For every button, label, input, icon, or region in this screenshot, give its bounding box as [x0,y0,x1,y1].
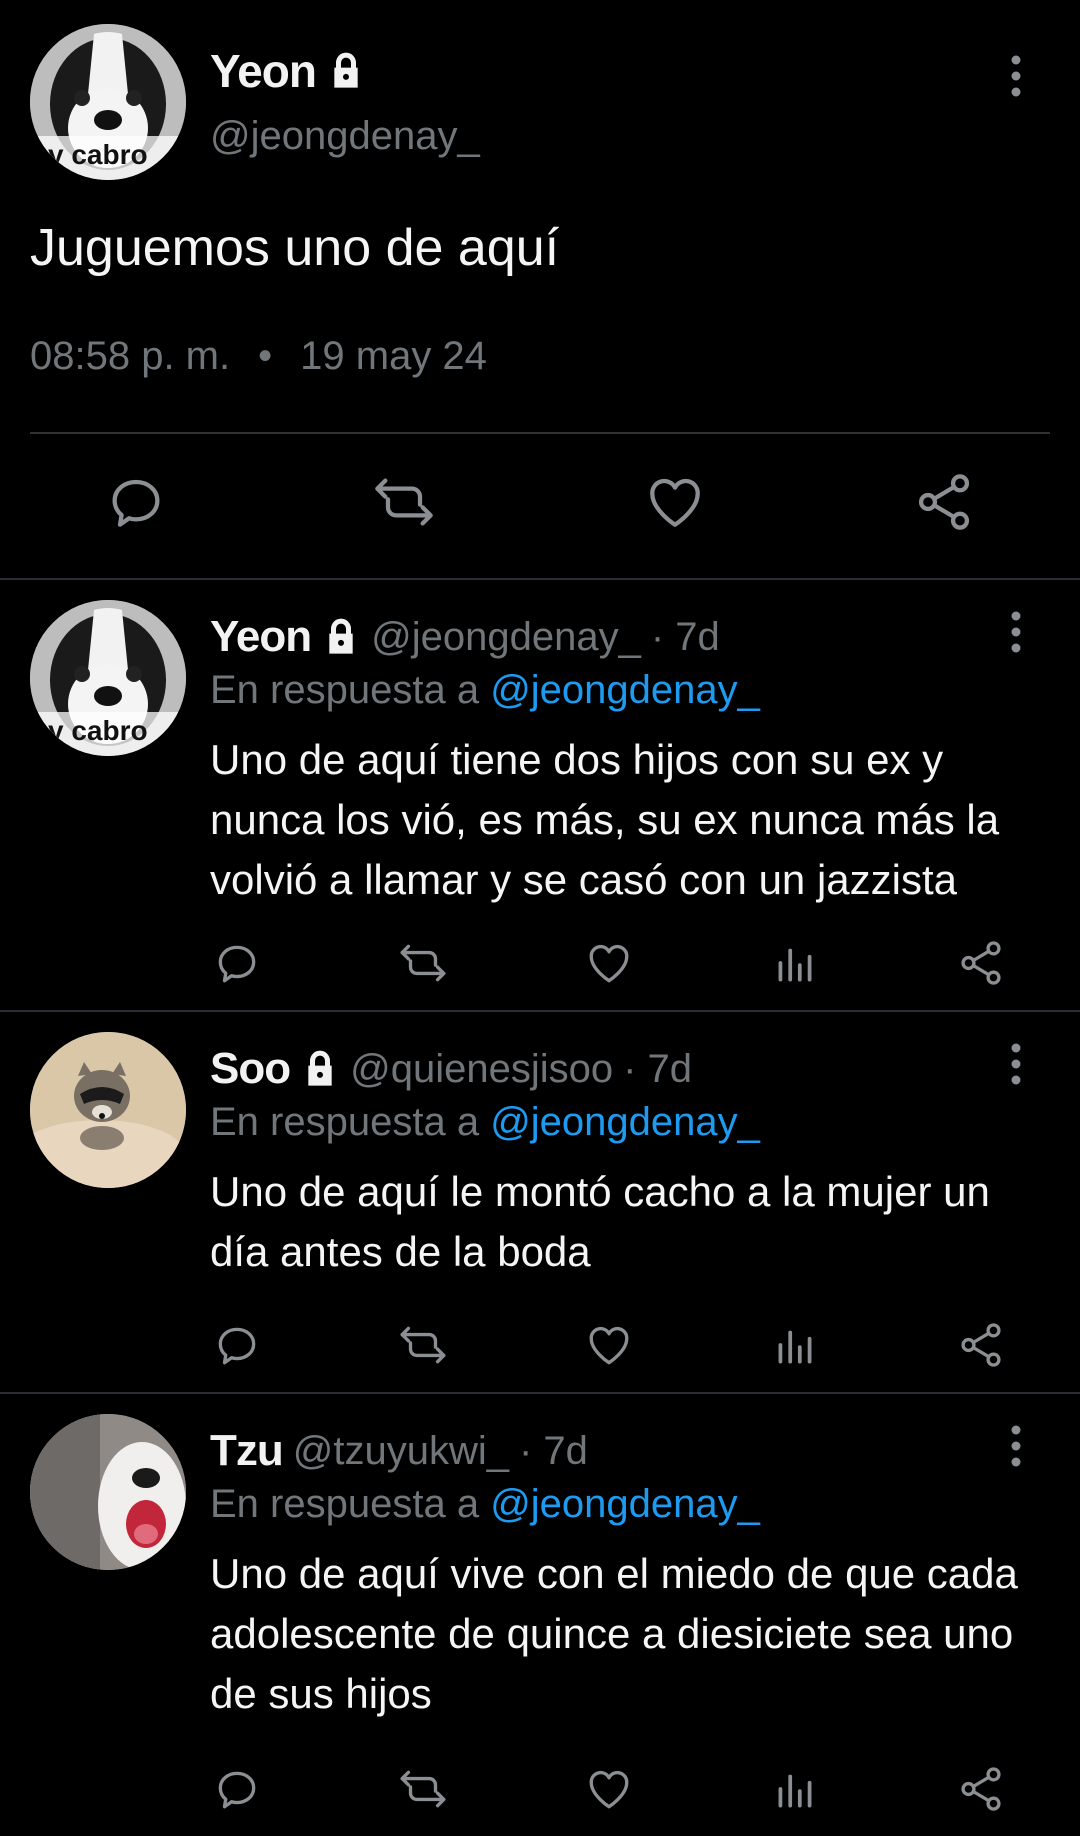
reply-header: Tzu @tzuyukwi_ · 7d [210,1426,588,1476]
reply-icon[interactable] [212,1764,262,1814]
mention-link[interactable]: @jeongdenay_ [490,1100,760,1144]
tweet-thread: y cabro Yeon @jeongdenay_ Juguemos uno d… [0,0,1080,1836]
mention-link[interactable]: @jeongdenay_ [490,668,760,712]
reply-header: Yeon @jeongdenay_ · 7d [210,612,720,662]
meta-separator: • [258,334,273,378]
reply-tweet[interactable]: y cabro Yeon @jeongdenay_ · 7d En respue… [0,582,1080,1012]
avatar-caption: y cabro [48,715,148,746]
author-name[interactable]: Yeon [210,44,317,98]
author-handle[interactable]: @jeongdenay_ [210,114,480,159]
dog-avatar-image [30,1414,186,1570]
raccoon-avatar-image [30,1032,186,1188]
avatar[interactable]: y cabro [30,24,186,180]
tweet-timestamp: 08:58 p. m. • 19 may 24 [30,334,487,379]
lock-icon [326,51,366,91]
reply-context: En respuesta a @jeongdenay_ [210,668,760,713]
author-name[interactable]: Soo [210,1044,291,1094]
author-handle[interactable]: @tzuyukwi_ [293,1429,509,1474]
more-vertical-icon[interactable] [1006,610,1026,654]
share-icon[interactable] [956,1320,1006,1370]
retweet-icon[interactable] [398,938,448,988]
tweet-time: 08:58 p. m. [30,334,231,378]
tweet-date: 19 may 24 [300,334,487,378]
heart-icon[interactable] [584,938,634,988]
tweet-text: Juguemos uno de aquí [30,219,560,277]
reply-prefix: En respuesta a [210,1100,480,1144]
tweet-time: · 7d [519,1428,588,1473]
author-handle[interactable]: @jeongdenay_ [371,615,641,660]
main-tweet[interactable]: y cabro Yeon @jeongdenay_ Juguemos uno d… [0,0,1080,580]
lock-icon [321,617,361,657]
views-icon[interactable] [770,1764,820,1814]
reply-header: Soo @quienesjisoo · 7d [210,1044,692,1094]
reply-icon[interactable] [212,1320,262,1370]
mention-link[interactable]: @jeongdenay_ [490,1482,760,1526]
views-icon[interactable] [770,1320,820,1370]
author-name[interactable]: Tzu [210,1426,284,1476]
dog-avatar-image: y cabro [30,600,186,756]
reply-context: En respuesta a @jeongdenay_ [210,1100,760,1145]
views-icon[interactable] [770,938,820,988]
tweet-text: Uno de aquí tiene dos hijos con su ex y … [210,736,1000,903]
more-vertical-icon[interactable] [1006,1042,1026,1086]
more-vertical-icon[interactable] [1006,54,1026,98]
divider [30,432,1050,434]
heart-icon[interactable] [584,1764,634,1814]
tweet-action-bar [0,938,1080,994]
tweet-time: · 7d [650,614,720,659]
reply-prefix: En respuesta a [210,1482,480,1526]
tweet-time: · 7d [623,1046,693,1091]
avatar[interactable]: y cabro [30,600,186,756]
tweet-text: Uno de aquí vive con el miedo de que cad… [210,1550,1018,1717]
reply-icon[interactable] [212,938,262,988]
heart-icon[interactable] [643,470,707,534]
lock-icon [300,1049,340,1089]
heart-icon[interactable] [584,1320,634,1370]
reply-tweet[interactable]: Soo @quienesjisoo · 7d En respuesta a @j… [0,1014,1080,1394]
author-name[interactable]: Yeon [210,612,312,662]
tweet-action-bar [0,1764,1080,1820]
avatar[interactable] [30,1032,186,1188]
dog-avatar-image: y cabro [30,24,186,180]
share-icon[interactable] [956,938,1006,988]
reply-prefix: En respuesta a [210,668,480,712]
tweet-action-bar [0,470,1080,540]
reply-context: En respuesta a @jeongdenay_ [210,1482,760,1527]
avatar-caption: y cabro [48,139,148,170]
retweet-icon[interactable] [372,470,436,534]
retweet-icon[interactable] [398,1320,448,1370]
reply-icon[interactable] [104,470,168,534]
more-vertical-icon[interactable] [1006,1424,1026,1468]
share-icon[interactable] [956,1764,1006,1814]
retweet-icon[interactable] [398,1764,448,1814]
reply-tweet[interactable]: Tzu @tzuyukwi_ · 7d En respuesta a @jeon… [0,1396,1080,1836]
author-handle[interactable]: @quienesjisoo [350,1047,613,1092]
share-icon[interactable] [912,470,976,534]
tweet-text: Uno de aquí le montó cacho a la mujer un… [210,1168,990,1275]
author-name-row: Yeon [210,44,366,98]
avatar[interactable] [30,1414,186,1570]
tweet-action-bar [0,1320,1080,1376]
